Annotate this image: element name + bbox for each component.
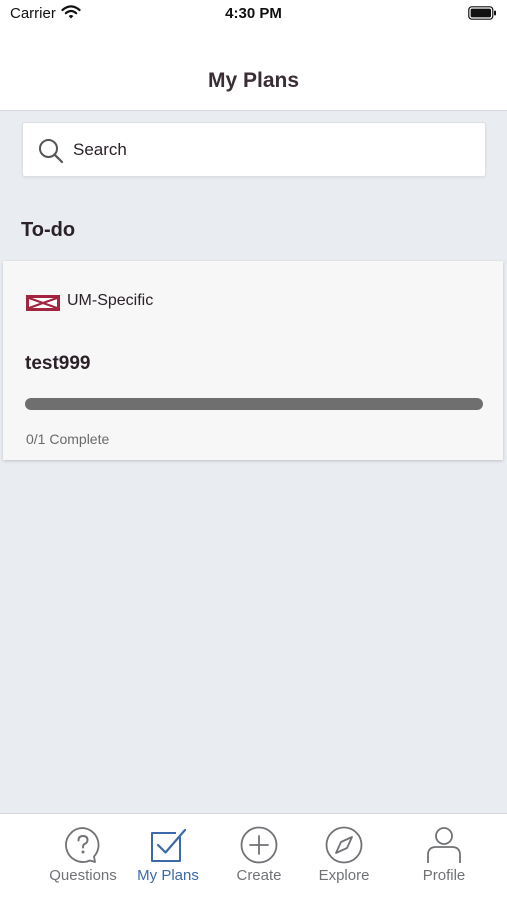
- battery-icon: [468, 6, 497, 24]
- person-icon: [425, 826, 463, 864]
- search-box[interactable]: [22, 122, 486, 177]
- search-input[interactable]: [73, 123, 473, 176]
- tab-bar: Questions My Plans Create Explore Profil…: [0, 813, 507, 900]
- navigation-bar: My Plans: [0, 28, 507, 111]
- plan-card[interactable]: UM-Specific test999 0/1 Complete: [3, 261, 503, 460]
- checkbox-icon: [149, 826, 187, 864]
- status-bar: Carrier 4:30 PM: [0, 0, 507, 28]
- tab-explore[interactable]: Explore: [294, 814, 394, 900]
- tab-label: Explore: [318, 867, 370, 884]
- tab-profile[interactable]: Profile: [394, 814, 494, 900]
- tab-label: My Plans: [137, 867, 199, 884]
- plan-progress-text: 0/1 Complete: [26, 431, 110, 447]
- plan-name: test999: [25, 353, 91, 374]
- search-icon: [38, 138, 64, 169]
- status-time: 4:30 PM: [225, 5, 282, 22]
- section-title-todo: To-do: [21, 219, 76, 241]
- um-flag-icon: [26, 295, 60, 316]
- compass-icon: [325, 826, 363, 864]
- page-title: My Plans: [207, 69, 300, 92]
- plan-progress-bar: [25, 398, 483, 410]
- question-bubble-icon: [64, 826, 102, 864]
- tab-label: Profile: [422, 867, 466, 884]
- tab-my-plans[interactable]: My Plans: [118, 814, 218, 900]
- plan-category-label: UM-Specific: [67, 292, 154, 309]
- plus-circle-icon: [240, 826, 278, 864]
